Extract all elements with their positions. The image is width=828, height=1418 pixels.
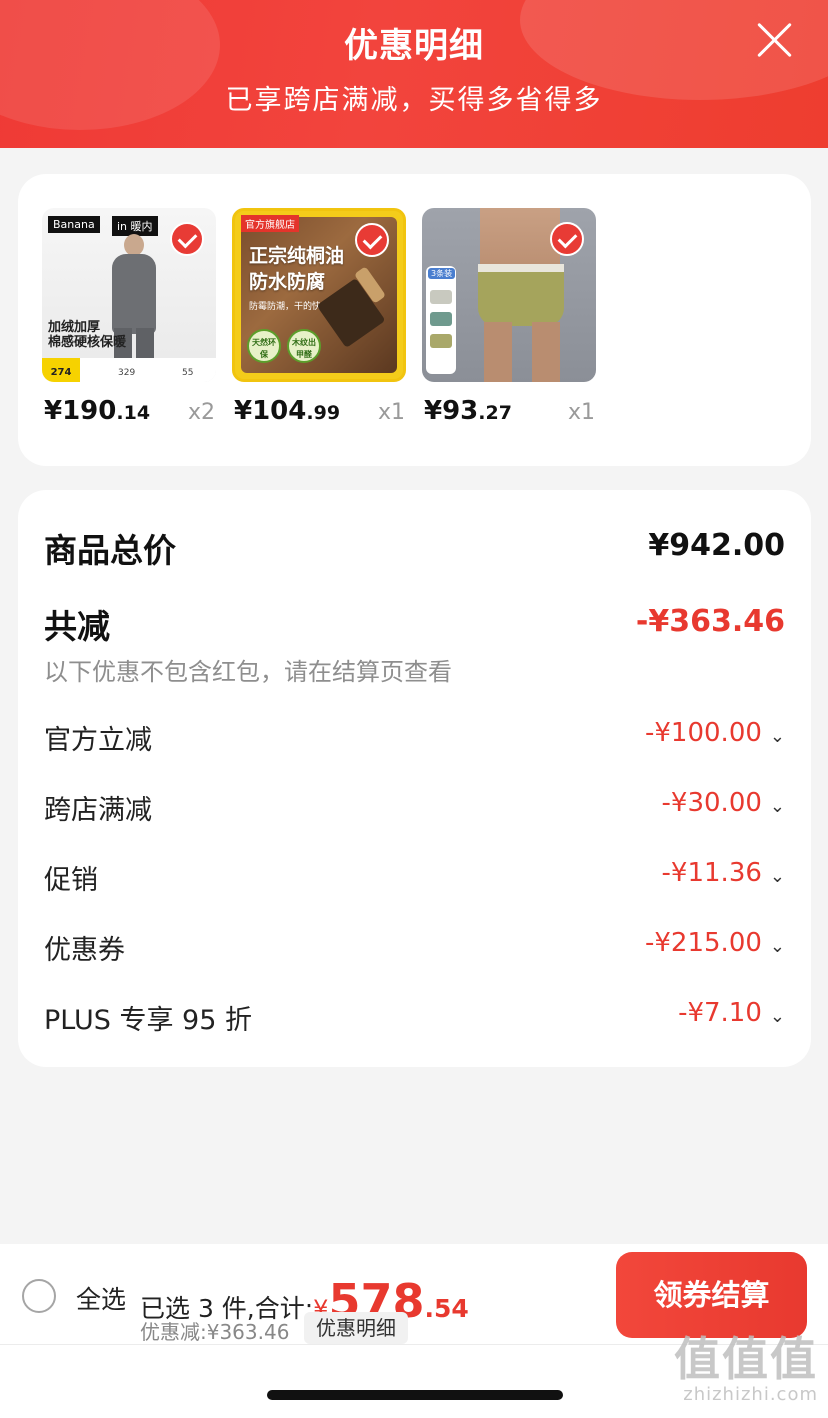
price-integer: ¥104: [234, 396, 307, 426]
pack-tag: 3条装: [428, 268, 456, 279]
model-figure: [478, 272, 564, 326]
chevron-down-icon[interactable]: ⌄: [770, 726, 785, 747]
total-amount-decimal: .54: [424, 1294, 469, 1323]
home-indicator[interactable]: [267, 1390, 563, 1400]
price-integer: ¥190: [44, 396, 117, 426]
brand-label: in 暖内: [112, 216, 158, 236]
color-swatch: [430, 290, 452, 304]
model-figure: [478, 264, 564, 272]
checked-icon[interactable]: [355, 223, 389, 257]
model-figure: [484, 322, 512, 382]
eco-badge: 天然环保: [247, 329, 281, 363]
watermark-logo: 值值值: [674, 1332, 818, 1386]
watermark-url: zhizhizhi.com: [683, 1384, 818, 1405]
discount-amount: -¥30.00: [661, 788, 762, 818]
color-swatch: [430, 312, 452, 326]
headline-subtext: 防霉防潮，干的快: [249, 302, 322, 312]
discount-total-text: 优惠减:¥363.46: [140, 1320, 290, 1344]
price-strip-number: 55: [182, 368, 194, 378]
discount-value: -¥11.36 ⌄: [662, 858, 785, 888]
discount-value: -¥30.00 ⌄: [662, 788, 785, 818]
selected-products-card: Banana in 暖内 加绒加厚 棉感硬核保暖 274 329 55 ¥190…: [18, 174, 811, 466]
product-item[interactable]: 3条装 ¥93.27 x1: [422, 208, 597, 426]
discount-amount: -¥100.00: [645, 718, 762, 748]
chevron-down-icon[interactable]: ⌄: [770, 866, 785, 887]
brand-label: Banana: [48, 216, 100, 233]
product-item[interactable]: 官方旗舰店 正宗纯桐油 防水防腐 防霉防潮，干的快 天然环保 木纹出甲醛 ¥10…: [232, 208, 407, 426]
color-swatch: [430, 334, 452, 348]
total-price-value: ¥942.00: [648, 528, 785, 563]
total-reduction-label: 共减: [44, 607, 110, 646]
price-integer: ¥93: [424, 396, 479, 426]
eco-badge: 木纹出甲醛: [287, 329, 321, 363]
price-strip-number: 329: [118, 368, 136, 378]
product-item[interactable]: Banana in 暖内 加绒加厚 棉感硬核保暖 274 329 55 ¥190…: [42, 208, 217, 426]
product-price: ¥104.99: [234, 396, 340, 426]
product-price: ¥93.27: [424, 396, 512, 426]
model-figure: [532, 322, 560, 382]
product-price: ¥190.14: [44, 396, 150, 426]
discount-label: 跨店满减: [44, 795, 152, 826]
price-strip-box: 274: [42, 358, 80, 382]
discount-value: -¥7.10 ⌄: [678, 998, 785, 1028]
product-image[interactable]: 3条装: [422, 208, 596, 382]
product-image-tagline: 加绒加厚 棉感硬核保暖: [48, 320, 126, 350]
price-decimal: .14: [116, 402, 151, 424]
product-image[interactable]: 官方旗舰店 正宗纯桐油 防水防腐 防霉防潮，干的快 天然环保 木纹出甲醛: [232, 208, 406, 382]
discount-label: 促销: [44, 865, 98, 896]
page-subtitle: 已享跨店满减，买得多省得多: [225, 85, 603, 116]
checked-icon[interactable]: [170, 222, 204, 256]
discount-label: 优惠券: [44, 935, 125, 966]
page-title: 优惠明细: [344, 26, 484, 66]
product-quantity: x2: [187, 400, 215, 425]
discount-value: -¥100.00 ⌄: [645, 718, 785, 748]
discount-amount: -¥215.00: [645, 928, 762, 958]
chevron-down-icon[interactable]: ⌄: [770, 796, 785, 817]
discount-label: 官方立减: [44, 725, 152, 756]
tagline-text: 棉感硬核保暖: [48, 335, 127, 350]
select-all-label[interactable]: 全选: [76, 1280, 126, 1316]
headline-text: 正宗纯桐油: [249, 245, 345, 267]
headline-text: 防水防腐: [249, 271, 326, 293]
discount-summary-card: 商品总价 ¥942.00 共减 -¥363.46 以下优惠不包含红包，请在结算页…: [18, 490, 811, 1067]
discount-amount: -¥11.36: [661, 858, 762, 888]
discount-value: -¥215.00 ⌄: [645, 928, 785, 958]
price-decimal: .27: [478, 402, 512, 424]
close-icon[interactable]: [754, 20, 794, 60]
total-reduction-value: -¥363.46: [635, 604, 785, 639]
price-decimal: .99: [306, 402, 341, 424]
product-quantity: x1: [377, 400, 405, 425]
chevron-down-icon[interactable]: ⌄: [770, 1006, 785, 1027]
checkout-bar: 全选 已选 3 件,合计:¥578.54 优惠减:¥363.46 优惠明细 领券…: [0, 1244, 828, 1418]
header-banner: 优惠明细 已享跨店满减，买得多省得多: [0, 0, 828, 148]
product-quantity: x1: [567, 400, 595, 425]
product-image-headline: 正宗纯桐油 防水防腐: [249, 243, 344, 295]
discount-label: PLUS 专享 95 折: [44, 1005, 252, 1036]
model-figure: [124, 234, 144, 256]
checkout-button[interactable]: 领券结算: [616, 1252, 807, 1338]
checked-icon[interactable]: [550, 222, 584, 256]
chevron-down-icon[interactable]: ⌄: [770, 936, 785, 957]
total-price-label: 商品总价: [44, 531, 176, 570]
discount-amount: -¥7.10: [678, 998, 762, 1028]
tagline-text: 加绒加厚: [48, 320, 101, 335]
discount-detail-button[interactable]: 优惠明细: [304, 1312, 408, 1344]
select-all-radio[interactable]: [22, 1279, 56, 1313]
product-image[interactable]: Banana in 暖内 加绒加厚 棉感硬核保暖 274 329 55: [42, 208, 216, 382]
red-packet-note: 以下优惠不包含红包，请在结算页查看: [44, 658, 452, 686]
watermark: 值值值 zhizhizhi.com: [674, 1334, 818, 1405]
store-logo: 官方旗舰店: [241, 215, 299, 232]
